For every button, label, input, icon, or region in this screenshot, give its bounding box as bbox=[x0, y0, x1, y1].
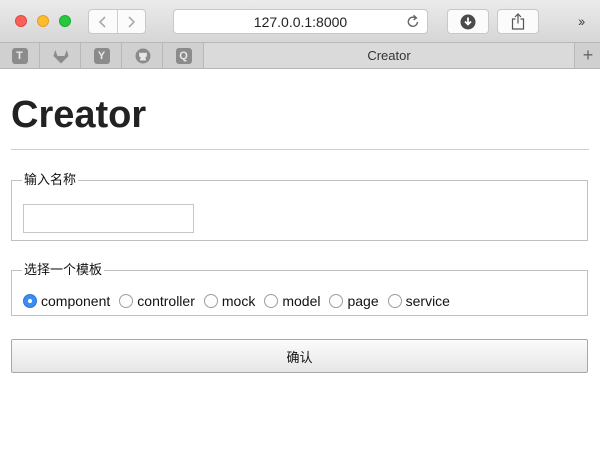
more-chevron-icon[interactable]: ›› bbox=[578, 13, 585, 29]
t-favicon-icon: T bbox=[11, 47, 28, 64]
tab-creator[interactable]: Creator bbox=[203, 43, 575, 68]
radio-option-service[interactable]: service bbox=[387, 293, 450, 309]
chevron-right-icon bbox=[128, 15, 136, 28]
share-icon bbox=[511, 13, 525, 30]
page-title: Creator bbox=[11, 94, 147, 136]
gitlab-icon bbox=[53, 49, 68, 63]
y-favicon-icon: Y bbox=[93, 47, 110, 64]
downloads-button[interactable] bbox=[447, 9, 489, 34]
radio-label: page bbox=[347, 293, 379, 309]
radio-label: model bbox=[282, 293, 321, 309]
zoom-window-button[interactable] bbox=[59, 15, 71, 27]
radio-label: component bbox=[41, 293, 111, 309]
chevron-left-icon bbox=[98, 15, 106, 28]
radio-button[interactable] bbox=[203, 294, 218, 308]
radio-label: controller bbox=[137, 293, 195, 309]
new-tab-button[interactable]: + bbox=[576, 43, 600, 68]
radio-button[interactable] bbox=[23, 294, 37, 308]
pinned-tab-q[interactable]: Q bbox=[164, 43, 204, 68]
pinned-tab-gitlab[interactable] bbox=[41, 43, 81, 68]
download-icon bbox=[460, 14, 476, 29]
template-fieldset: 选择一个模板 component controller mock model p… bbox=[11, 263, 588, 316]
pinned-tab-github[interactable] bbox=[123, 43, 163, 68]
template-legend: 选择一个模板 bbox=[24, 262, 103, 277]
history-nav bbox=[88, 9, 146, 34]
radio-option-model[interactable]: model bbox=[264, 293, 320, 309]
radio-option-mock[interactable]: mock bbox=[203, 293, 256, 309]
address-bar[interactable]: 127.0.0.1:8000 bbox=[173, 9, 428, 34]
url-text: 127.0.0.1:8000 bbox=[253, 14, 348, 30]
reload-icon[interactable] bbox=[406, 14, 420, 29]
radio-button[interactable] bbox=[119, 294, 134, 308]
back-button[interactable] bbox=[89, 10, 117, 33]
divider bbox=[11, 149, 589, 150]
q-favicon-icon: Q bbox=[175, 47, 192, 64]
github-icon bbox=[135, 48, 150, 63]
radio-label: mock bbox=[221, 293, 256, 309]
pinned-tab-t[interactable]: T bbox=[0, 43, 40, 68]
share-button[interactable] bbox=[497, 9, 539, 34]
pinned-tab-y[interactable]: Y bbox=[82, 43, 122, 68]
radio-option-component[interactable]: component bbox=[23, 293, 110, 309]
name-legend: 输入名称 bbox=[24, 172, 77, 187]
tab-bar: T Y Q Creator + bbox=[0, 42, 600, 69]
template-radio-group: component controller mock model page ser… bbox=[23, 293, 459, 309]
radio-label: service bbox=[405, 293, 450, 309]
name-fieldset: 输入名称 bbox=[11, 173, 588, 241]
radio-button[interactable] bbox=[329, 294, 344, 308]
confirm-button[interactable]: 确认 bbox=[11, 339, 588, 373]
close-window-button[interactable] bbox=[15, 15, 27, 27]
radio-option-controller[interactable]: controller bbox=[119, 293, 195, 309]
radio-button[interactable] bbox=[387, 294, 402, 308]
forward-button[interactable] bbox=[116, 10, 146, 33]
name-input[interactable] bbox=[23, 204, 194, 233]
browser-titlebar: 127.0.0.1:8000 ›› bbox=[0, 0, 600, 42]
minimize-window-button[interactable] bbox=[37, 15, 49, 27]
radio-option-page[interactable]: page bbox=[329, 293, 379, 309]
radio-button[interactable] bbox=[264, 294, 279, 308]
